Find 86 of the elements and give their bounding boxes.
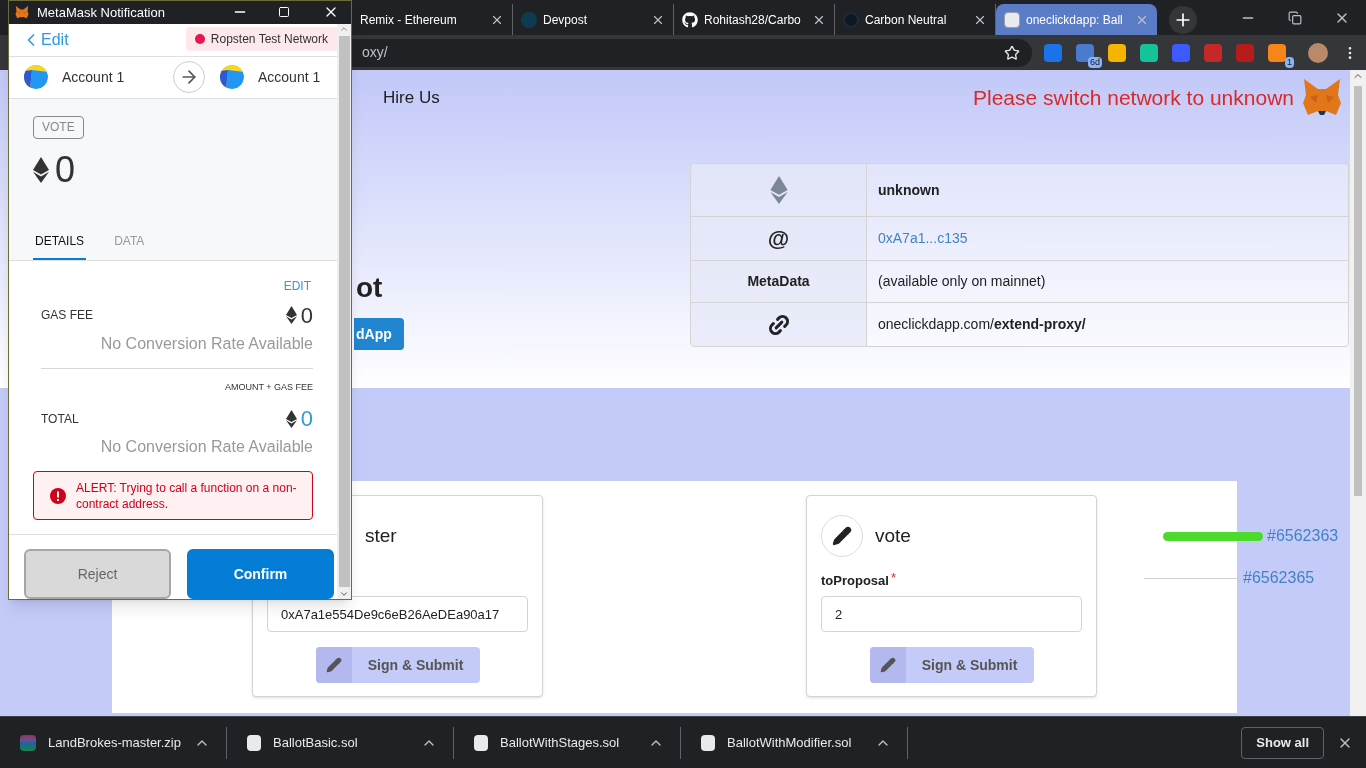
sign-submit-button[interactable]: Sign & Submit	[315, 647, 480, 683]
account-avatar-icon	[220, 65, 244, 89]
file-name: BallotWithStages.sol	[500, 733, 621, 752]
field-label: toProposal	[821, 571, 889, 590]
new-tab-button[interactable]	[1169, 5, 1197, 34]
page-title: ot	[356, 271, 383, 305]
total-label: TOTAL	[41, 410, 79, 428]
account-name: Account 1	[62, 67, 125, 87]
archive-icon	[20, 734, 36, 751]
window-title: MetaMask Notification	[37, 3, 166, 22]
total-value: 0	[300, 405, 313, 433]
fox-icon	[1302, 79, 1342, 117]
extension-icon[interactable]	[1108, 43, 1126, 62]
network-warning: Please switch network to unknown	[973, 85, 1294, 112]
url-value: oneclickdapp.com/extend-proxy/	[878, 315, 1086, 334]
arrow-right-icon	[173, 61, 205, 93]
gas-fee-value: 0	[300, 301, 313, 330]
extension-icon[interactable]	[1044, 43, 1062, 62]
download-item[interactable]: BallotWithStages.sol	[454, 726, 681, 759]
ethereum-icon	[768, 176, 789, 204]
file-icon	[474, 734, 488, 751]
pencil-icon	[325, 657, 342, 673]
extension-icon[interactable]	[1268, 43, 1286, 62]
alert-message: ALERT: Trying to call a function on a non-contract address.	[76, 479, 298, 512]
sign-submit-button[interactable]: Sign & Submit	[869, 647, 1034, 683]
page-icon	[1004, 11, 1020, 28]
gas-fee-label: GAS FEE	[41, 307, 93, 324]
ethereum-icon	[33, 156, 49, 183]
details-tab[interactable]: DETAILS	[33, 231, 87, 260]
account-avatar-icon	[24, 65, 48, 89]
total-caption: AMOUNT + GAS FEE	[224, 380, 313, 394]
browser-tab[interactable]: oneclickdapp: Ball	[996, 4, 1157, 35]
address-link[interactable]: 0xA7a1...c135	[878, 228, 968, 249]
conversion-text: No Conversion Rate Available	[100, 437, 313, 457]
network-name: unknown	[878, 180, 940, 200]
file-icon	[247, 734, 261, 751]
tab-title: Carbon Neutral	[865, 11, 948, 29]
file-icon	[701, 734, 715, 751]
favicon-icon	[843, 11, 859, 28]
extension-badge: 1	[1285, 56, 1294, 68]
function-title: ster	[365, 523, 397, 548]
scroll-down-icon[interactable]	[339, 589, 349, 599]
tab-title: oneclickdapp: Ball	[1026, 11, 1124, 29]
fox-icon	[15, 5, 29, 19]
maximize-icon[interactable]	[278, 6, 290, 19]
dapp-button[interactable]: dApp	[354, 318, 404, 350]
ethereum-icon	[285, 306, 297, 324]
download-item[interactable]: BallotWithModifier.sol	[681, 726, 908, 759]
download-item[interactable]: LandBrokes-master.zip	[0, 726, 227, 759]
network-badge[interactable]: Ropsten Test Network	[185, 26, 337, 51]
reject-button[interactable]: Reject	[24, 549, 171, 599]
required-mark: *	[890, 569, 896, 587]
conversion-text: No Conversion Rate Available	[100, 333, 313, 354]
favicon-icon	[521, 11, 537, 28]
tab-title: Rohitash28/Carbo	[704, 11, 802, 29]
address-field[interactable]: oxy/	[352, 38, 1032, 67]
file-name: BallotWithModifier.sol	[727, 733, 853, 752]
ethereum-icon	[285, 409, 297, 428]
amount-value: 0	[55, 147, 76, 192]
alert-icon	[50, 487, 66, 504]
scrollbar[interactable]	[337, 23, 351, 599]
tab-title: Devpost	[543, 11, 589, 29]
extension-icon[interactable]	[1140, 43, 1158, 62]
row-label: @	[767, 225, 790, 253]
scrollbar[interactable]	[1350, 70, 1366, 716]
file-name: BallotBasic.sol	[273, 733, 359, 752]
show-all-button[interactable]: Show all	[1241, 726, 1324, 759]
nav-link[interactable]: Hire Us	[383, 85, 440, 111]
row-value: (available only on mainnet)	[878, 272, 1046, 291]
download-item[interactable]: BallotBasic.sol	[227, 726, 454, 759]
avatar-icon[interactable]	[1308, 42, 1328, 63]
tab-title: Remix - Ethereum	[360, 11, 458, 29]
url-text: oxy/	[362, 43, 389, 62]
method-badge: VOTE	[33, 115, 84, 139]
pencil-icon	[879, 657, 896, 673]
input-field[interactable]: 0xA7a1e554De9c6eB26AeDEa90a17	[267, 596, 528, 632]
file-name: LandBrokes-master.zip	[48, 733, 182, 752]
input-field[interactable]: 2	[821, 596, 1082, 632]
account-name: Account 1	[258, 67, 321, 87]
bookmark-star-icon[interactable]	[1004, 44, 1020, 61]
confirm-button[interactable]: Confirm	[187, 549, 334, 599]
row-label: MetaData	[747, 272, 810, 291]
github-icon	[682, 11, 698, 28]
extension-badge: 6d	[1088, 56, 1102, 68]
restore-icon[interactable]	[1288, 10, 1302, 25]
function-title: vote	[875, 523, 911, 548]
